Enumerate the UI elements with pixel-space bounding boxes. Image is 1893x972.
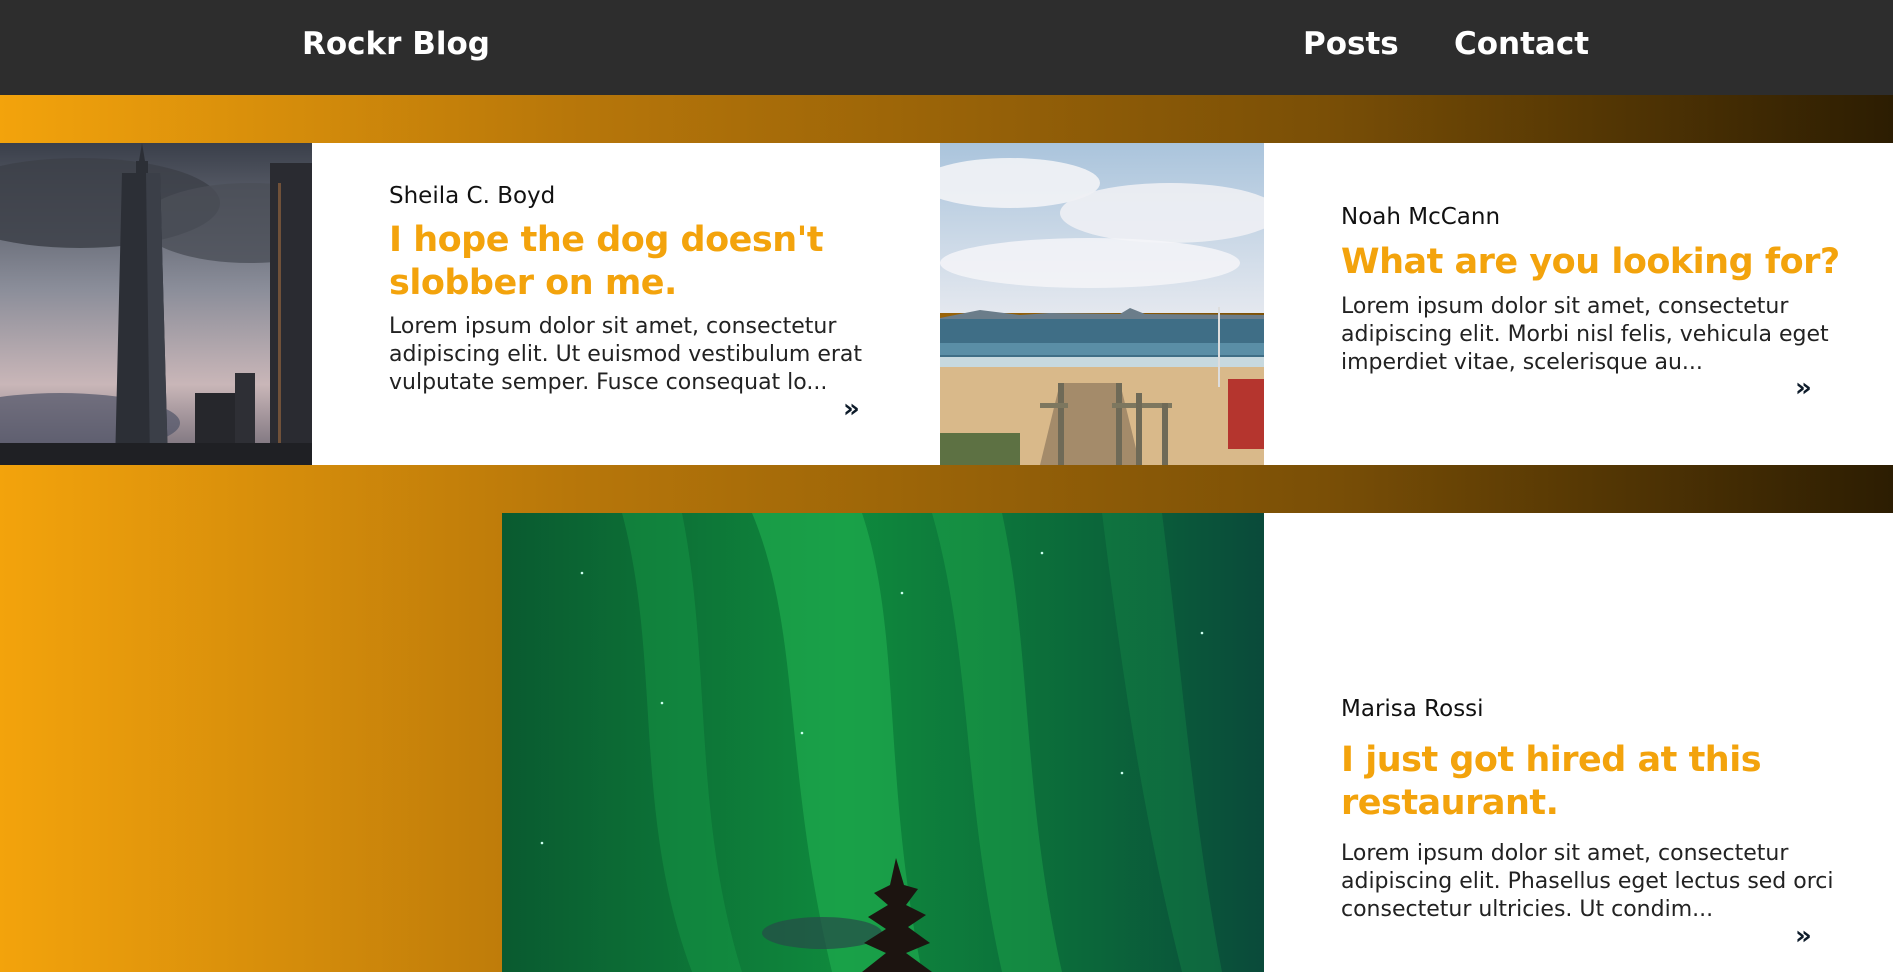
nav-contact-link[interactable]: Contact [1454, 26, 1589, 62]
read-more-icon[interactable]: » [843, 396, 860, 422]
post-3-card[interactable]: Marisa Rossi I just got hired at this re… [1264, 513, 1893, 972]
post-2-excerpt: Lorem ipsum dolor sit amet, consectetur … [1341, 294, 1829, 375]
read-more-icon[interactable]: » [1795, 375, 1812, 401]
post-2-image[interactable] [940, 143, 1264, 465]
post-2-author: Noah McCann [1341, 204, 1501, 230]
aurora-image [502, 513, 1264, 972]
post-3-image[interactable] [502, 513, 1264, 972]
brand-logo-link[interactable]: Rockr Blog [302, 26, 490, 62]
city-skyline-image [0, 143, 312, 465]
post-2-title[interactable]: What are you looking for? [1341, 241, 1861, 284]
read-more-icon[interactable]: » [1795, 923, 1812, 949]
post-1-excerpt: Lorem ipsum dolor sit amet, consectetur … [389, 314, 863, 395]
nav-posts-link[interactable]: Posts [1303, 26, 1399, 62]
post-1-card[interactable]: Sheila C. Boyd I hope the dog doesn't sl… [312, 143, 940, 465]
post-1-image[interactable] [0, 143, 312, 465]
post-1-author: Sheila C. Boyd [389, 183, 556, 209]
post-2-card[interactable]: Noah McCann What are you looking for? Lo… [1264, 143, 1893, 465]
post-3-title[interactable]: I just got hired at this restaurant. [1341, 739, 1861, 825]
post-1-title[interactable]: I hope the dog doesn't slobber on me. [389, 219, 909, 305]
beach-image [940, 143, 1264, 465]
post-3-author: Marisa Rossi [1341, 696, 1484, 722]
post-3-excerpt: Lorem ipsum dolor sit amet, consectetur … [1341, 841, 1834, 922]
navbar: Rockr Blog Posts Contact [0, 0, 1893, 95]
